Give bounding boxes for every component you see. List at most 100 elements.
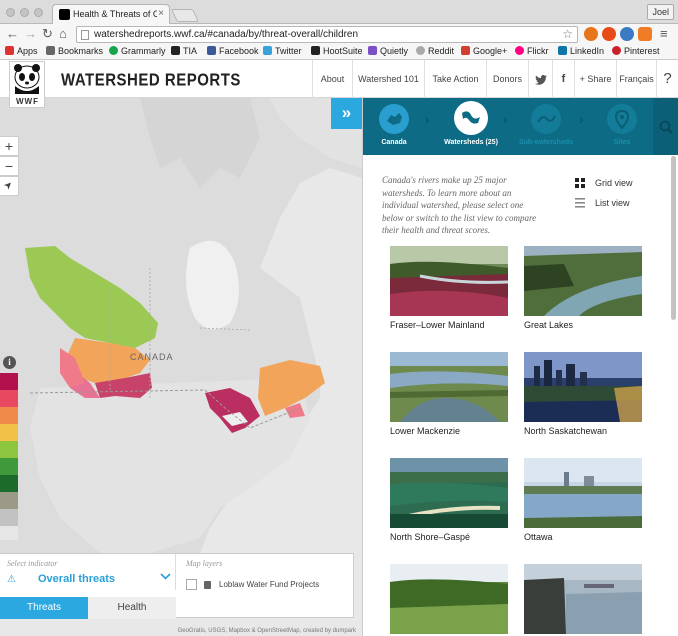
address-bar[interactable]: watershedreports.wwf.ca/#canada/by/threa… xyxy=(76,26,578,43)
tab-title: Health & Threats of Canada xyxy=(73,9,157,19)
watershed-photo xyxy=(390,458,508,528)
list-view-label: List view xyxy=(595,198,630,208)
watershed-card-title: Lower Mackenzie xyxy=(390,426,461,436)
layers-label: Map layers xyxy=(186,559,223,568)
reload-icon[interactable]: ↻ xyxy=(42,26,53,42)
watershed-photo xyxy=(390,246,508,316)
sites-pin-step-icon xyxy=(607,104,637,134)
share-button[interactable]: + Share xyxy=(574,60,616,98)
wwf-logo[interactable]: WWF xyxy=(9,61,45,108)
new-tab-button[interactable] xyxy=(170,9,200,22)
watershed-photo xyxy=(524,458,642,528)
window-minimize-button[interactable] xyxy=(20,8,29,17)
map-area[interactable]: CANADA + − ➤ i Select indicator ⚠ Overal… xyxy=(0,98,362,636)
profile-button[interactable]: Joel xyxy=(647,4,674,20)
bookmarks-bar: Apps Bookmarks Grammarly TIA Facebook Tw… xyxy=(0,44,678,60)
site-title[interactable]: WATERSHED REPORTS xyxy=(61,71,241,91)
bookmark-twitter[interactable]: Twitter xyxy=(263,46,302,57)
bookmark-star-icon[interactable]: ☆ xyxy=(562,27,573,41)
home-icon[interactable]: ⌂ xyxy=(59,26,67,42)
watershed-photo xyxy=(524,564,642,634)
bookmark-flickr[interactable]: Flickr xyxy=(515,46,549,57)
bookmark-facebook[interactable]: Facebook xyxy=(207,46,259,57)
bookmark-apps[interactable]: Apps xyxy=(5,46,38,57)
nav-take-action[interactable]: Take Action xyxy=(424,60,486,98)
legend-swatch xyxy=(0,424,18,441)
map-attribution[interactable]: GeoGratis, USGS, Mapbox & OpenStreetMap,… xyxy=(178,628,356,634)
watershed-card-title: North Shore–Gaspé xyxy=(390,532,471,542)
legend-swatch xyxy=(0,509,18,526)
bookmark-linkedin[interactable]: LinkedIn xyxy=(558,46,604,57)
wwf-logo-text: WWF xyxy=(16,97,39,106)
zoom-in-button[interactable]: + xyxy=(0,136,19,156)
watersheds-intro: Canada's rivers make up 25 major watersh… xyxy=(382,175,537,235)
legend-swatch xyxy=(0,407,18,424)
legend-swatch xyxy=(0,390,18,407)
watershed-card[interactable]: North Saskatchewan xyxy=(524,352,642,442)
bookmark-pinterest[interactable]: Pinterest xyxy=(612,46,660,57)
url-text: watershedreports.wwf.ca/#canada/by/threa… xyxy=(94,29,359,40)
language-toggle[interactable]: Français xyxy=(616,60,656,98)
nav-about[interactable]: About xyxy=(312,60,352,98)
twitter-share-icon[interactable] xyxy=(528,60,552,98)
watershed-photo xyxy=(390,564,508,634)
extension-icon-4[interactable] xyxy=(638,27,652,41)
chevron-down-icon[interactable] xyxy=(160,571,171,583)
facebook-share-icon[interactable]: f xyxy=(552,60,574,98)
bookmark-googleplus[interactable]: Google+ xyxy=(461,46,507,57)
grid-view-label: Grid view xyxy=(595,178,633,188)
browser-toolbar: ← → ↻ ⌂ watershedreports.wwf.ca/#canada/… xyxy=(0,24,678,44)
watershed-card[interactable]: North Shore–Gaspé xyxy=(390,458,508,548)
tab-close-icon[interactable]: × xyxy=(158,8,164,19)
legend-swatch xyxy=(0,373,18,390)
site-header: WWF WATERSHED REPORTS About Watershed 10… xyxy=(0,60,678,108)
chrome-menu-icon[interactable]: ≡ xyxy=(660,26,668,42)
indicator-value[interactable]: Overall threats xyxy=(38,573,115,585)
page-icon xyxy=(81,30,89,40)
layer-checkbox[interactable] xyxy=(186,579,197,590)
extension-icon-2[interactable] xyxy=(602,27,616,41)
search-icon[interactable] xyxy=(653,98,678,155)
grid-view-button[interactable]: Grid view xyxy=(575,178,655,190)
step-arrow-icon: › xyxy=(503,112,508,127)
bookmark-reddit[interactable]: Reddit xyxy=(416,46,454,57)
tab-health[interactable]: Health xyxy=(88,597,176,619)
layer-marker-icon xyxy=(204,581,211,589)
watershed-card[interactable]: Ottawa xyxy=(524,458,642,548)
bookmark-tia[interactable]: TIA xyxy=(171,46,197,57)
indicator-selector[interactable]: Select indicator ⚠ Overall threats xyxy=(0,554,176,590)
layer-item-label[interactable]: Loblaw Water Fund Projects xyxy=(219,580,319,589)
list-icon xyxy=(575,198,585,208)
extension-icon-3[interactable] xyxy=(620,27,634,41)
zoom-out-button[interactable]: − xyxy=(0,156,19,176)
watershed-card-title: Great Lakes xyxy=(524,320,574,330)
browser-tab-strip: Health & Threats of Canada × Joel xyxy=(0,0,678,25)
legend-swatch xyxy=(0,475,18,492)
plus-icon: + xyxy=(579,74,585,84)
forward-arrow-icon[interactable]: → xyxy=(24,26,37,42)
panel-scrollbar[interactable] xyxy=(671,156,676,320)
tab-threats[interactable]: Threats xyxy=(0,597,88,619)
bookmark-grammarly[interactable]: Grammarly xyxy=(109,46,166,57)
watershed-card[interactable] xyxy=(524,564,642,636)
bookmark-hootsuite[interactable]: HootSuite xyxy=(311,46,363,57)
back-arrow-icon[interactable]: ← xyxy=(6,26,19,42)
watershed-card[interactable]: Great Lakes xyxy=(524,246,642,336)
legend-info-icon[interactable]: i xyxy=(3,356,16,369)
list-view-button[interactable]: List view xyxy=(575,198,655,210)
bookmark-bookmarks[interactable]: Bookmarks xyxy=(46,46,103,57)
help-icon[interactable]: ? xyxy=(656,60,678,98)
watershed-card[interactable] xyxy=(390,564,508,636)
window-close-button[interactable] xyxy=(6,8,15,17)
bookmark-quietly[interactable]: Quietly xyxy=(368,46,408,57)
watershed-photo xyxy=(524,352,642,422)
watershed-card[interactable]: Fraser–Lower Mainland xyxy=(390,246,508,336)
extension-icon-1[interactable] xyxy=(584,27,598,41)
nav-donors[interactable]: Donors xyxy=(486,60,528,98)
browser-tab[interactable]: Health & Threats of Canada × xyxy=(52,4,170,25)
watershed-card[interactable]: Lower Mackenzie xyxy=(390,352,508,442)
locate-button[interactable]: ➤ xyxy=(0,176,19,196)
panel-toggle-button[interactable]: » xyxy=(331,98,362,129)
window-zoom-button[interactable] xyxy=(34,8,43,17)
nav-watershed-101[interactable]: Watershed 101 xyxy=(352,60,424,98)
